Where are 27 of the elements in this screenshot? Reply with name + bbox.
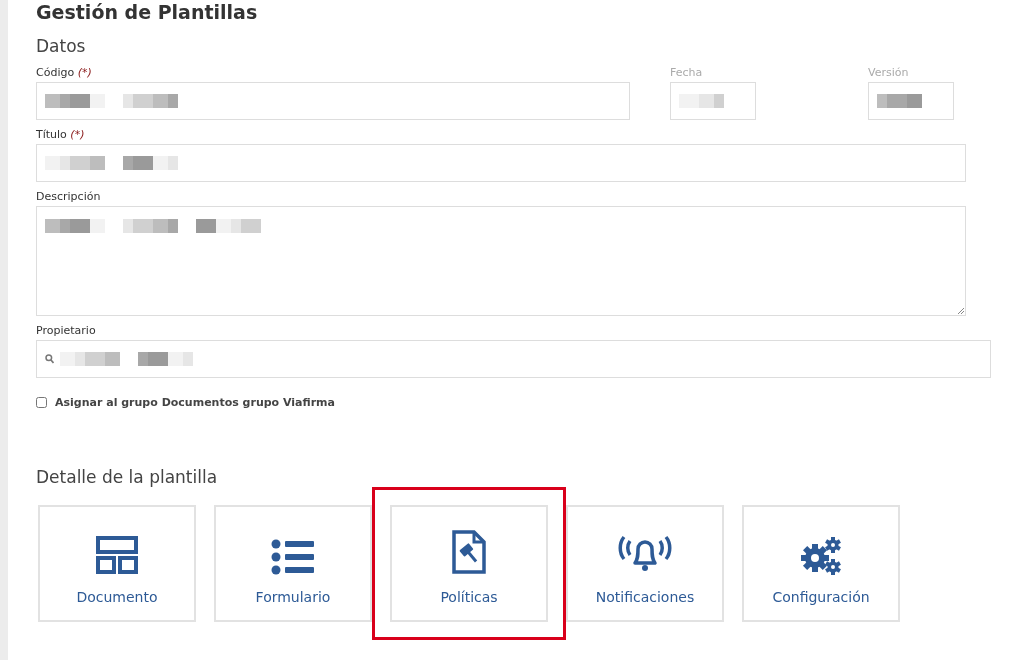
required-mark: (*) (77, 66, 92, 79)
template-detail-card[interactable]: Notificaciones (566, 505, 724, 622)
checkbox-label: Asignar al grupo Documentos grupo Viafirma (55, 396, 335, 409)
field-label: Título (36, 128, 67, 141)
gears-icon (799, 535, 843, 575)
field-label: Fecha (670, 66, 703, 79)
resize-grip-icon[interactable] (957, 307, 964, 314)
required-mark: (*) (70, 128, 85, 141)
section-heading: Datos (36, 36, 87, 56)
page-title: Gestión de Plantillas (36, 0, 259, 24)
field-label: Código (36, 66, 75, 79)
input-field[interactable] (36, 144, 966, 182)
template-detail-card[interactable]: Formulario (214, 505, 372, 622)
template-detail-card[interactable]: Configuración (742, 505, 900, 622)
field-label: Versión (868, 66, 909, 79)
layout-icon (95, 535, 139, 575)
template-detail-card[interactable]: Documento (38, 505, 196, 622)
input-field[interactable] (36, 82, 630, 120)
list-icon (271, 539, 315, 575)
template-detail-card[interactable]: Políticas (390, 505, 548, 622)
section-heading: Detalle de la plantilla (36, 467, 219, 487)
search-field[interactable] (36, 340, 991, 378)
search-icon (45, 354, 54, 364)
field-label: Propietario (36, 324, 96, 337)
document-gavel-icon (451, 529, 487, 575)
field-label: Descripción (36, 190, 101, 203)
checkbox[interactable] (36, 397, 47, 408)
